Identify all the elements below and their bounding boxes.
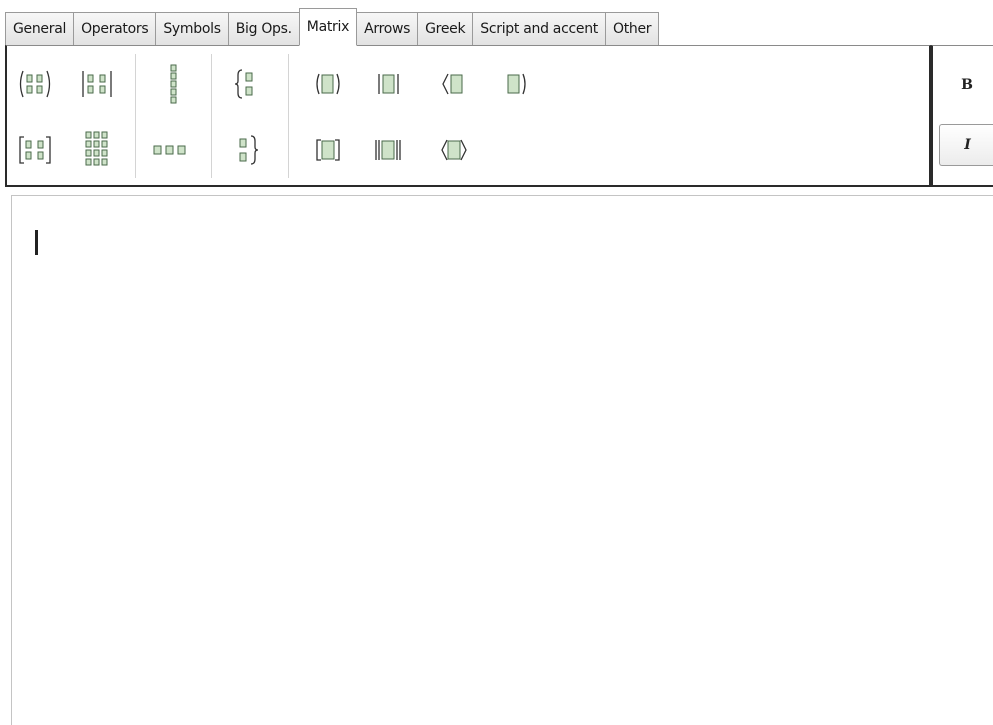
cases-right-brace-icon[interactable] [227,130,267,170]
tab-other[interactable]: Other [605,12,660,46]
tab-operators[interactable]: Operators [74,12,157,46]
bars-wrap-icon[interactable] [368,64,408,104]
formula-editor[interactable] [11,195,993,725]
bold-button[interactable]: B [939,64,993,106]
tab-greek[interactable]: Greek [418,12,474,46]
matrix-toolbar-panel [5,45,931,187]
tab-general[interactable]: General [5,12,75,46]
matrix-2x2-parentheses-icon[interactable] [15,64,55,104]
format-panel: B I [931,45,993,187]
tab-matrix[interactable]: Matrix [298,8,358,46]
matrix-2x2-bars-icon[interactable] [77,64,117,104]
tab-arrows[interactable]: Arrows [357,12,419,46]
matrix-2x2-brackets-icon[interactable] [15,130,55,170]
column-vector-icon[interactable] [154,64,194,104]
tab-symbols[interactable]: Symbols [156,12,229,46]
group-divider [211,54,212,178]
row-vector-icon[interactable] [147,130,193,170]
matrix-large-grid-icon[interactable] [77,130,117,170]
tab-strip: General Operators Symbols Big Ops. Matri… [5,8,660,46]
parentheses-wrap-icon[interactable] [308,64,348,104]
double-bars-wrap-icon[interactable] [368,130,408,170]
brackets-wrap-icon[interactable] [308,130,348,170]
group-divider [135,54,136,178]
italic-button[interactable]: I [939,124,993,166]
angle-wrap-icon[interactable] [434,64,474,104]
right-paren-wrap-icon[interactable] [496,64,536,104]
tab-bar: General Operators Symbols Big Ops. Matri… [0,0,993,46]
group-divider [288,54,289,178]
tab-big-ops[interactable]: Big Ops. [228,12,300,46]
text-cursor [35,230,38,255]
cases-left-brace-icon[interactable] [227,64,267,104]
angle-brackets-wrap-icon[interactable] [434,130,474,170]
tab-script-and-accent[interactable]: Script and accent [473,12,606,46]
